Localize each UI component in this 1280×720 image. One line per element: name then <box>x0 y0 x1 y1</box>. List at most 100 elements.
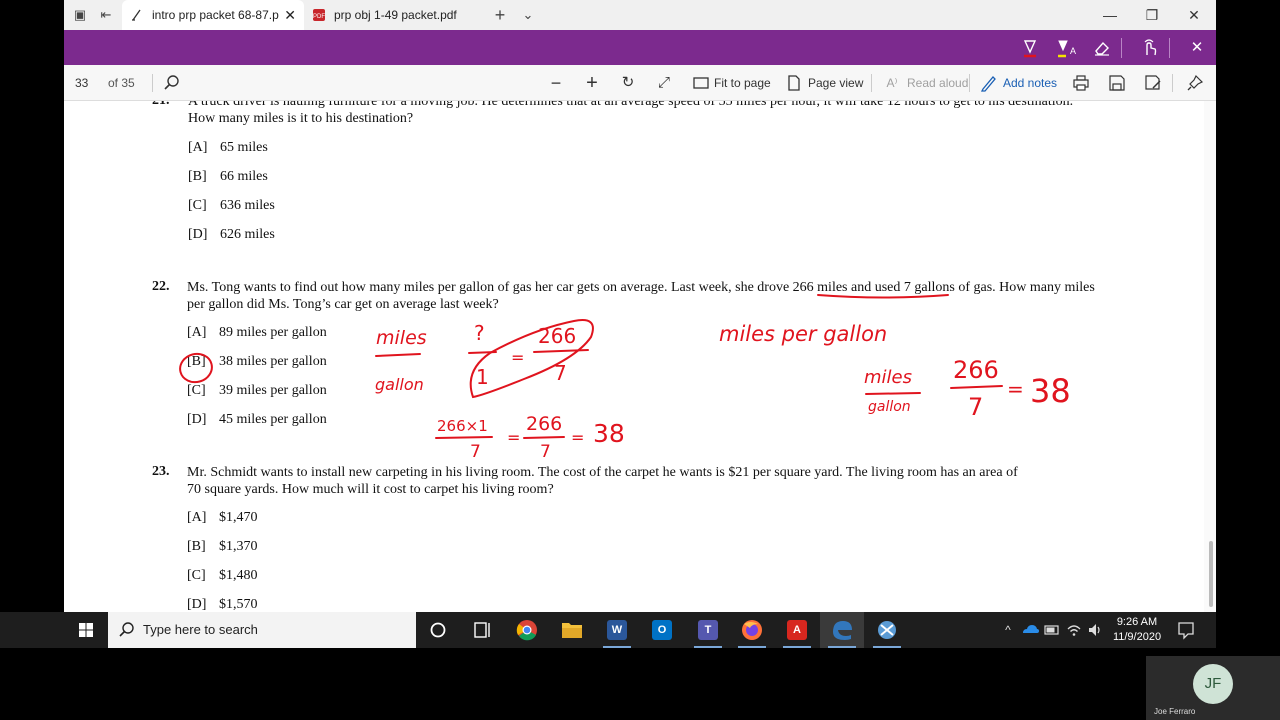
add-notes-icon[interactable] <box>980 74 998 92</box>
task-view-button[interactable] <box>460 612 504 648</box>
ink-underline <box>817 294 949 299</box>
ink-text: miles <box>864 367 912 388</box>
save-icon[interactable] <box>1108 74 1126 92</box>
tab-close-icon[interactable]: ✕ <box>284 0 296 30</box>
add-notes-button[interactable]: Add notes <box>1003 65 1057 101</box>
close-window-button[interactable]: ✕ <box>1173 0 1215 30</box>
search-icon[interactable] <box>163 74 181 92</box>
chrome-app[interactable] <box>505 612 549 648</box>
file-explorer-app[interactable] <box>550 612 594 648</box>
tabs-aside-icon[interactable]: ⇤ <box>96 5 116 25</box>
cortana-button[interactable] <box>416 612 460 648</box>
page-view-icon[interactable] <box>785 74 803 92</box>
pen-page-icon <box>132 9 141 21</box>
ink-text: 266 <box>953 356 999 384</box>
scroll-thumb[interactable] <box>1209 541 1213 607</box>
ink-separator <box>1169 38 1170 58</box>
fit-to-page-button[interactable]: Fit to page <box>714 65 771 101</box>
ink-text: 1 <box>476 365 489 389</box>
show-hidden-icons-chevron-icon[interactable]: ^ <box>1000 612 1016 648</box>
fit-to-page-icon[interactable] <box>692 74 710 92</box>
page-view-button[interactable]: Page view <box>808 65 863 101</box>
minimize-button[interactable]: — <box>1089 0 1131 30</box>
svg-text:A: A <box>1070 46 1076 56</box>
ink-text: ? <box>474 321 485 345</box>
edge-window: ▣ ⇤ intro prp packet 68-87.p ✕ PDF prp o… <box>64 0 1216 648</box>
task-view-icon <box>474 622 490 638</box>
edge-app[interactable] <box>820 612 864 648</box>
toolbar-separator <box>969 74 970 92</box>
windows-logo-icon <box>79 623 93 637</box>
pdf-toolbar: 33 of 35 − + ↻ ⤢ Fit to page Page view A… <box>64 65 1216 101</box>
avatar: JF <box>1193 664 1233 704</box>
teams-app[interactable]: T <box>686 612 730 648</box>
snip-icon <box>878 621 896 639</box>
ink-text: 7 <box>540 442 551 462</box>
ink-annotations: miles gallon ? 1 = 266 7 266×1 7 = 266 7… <box>179 294 1071 462</box>
tab-list-chevron-icon[interactable]: ⌄ <box>518 5 538 25</box>
print-icon[interactable] <box>1072 74 1090 92</box>
page-total: of 35 <box>108 76 135 90</box>
notifications-icon[interactable] <box>1172 612 1200 648</box>
firefox-icon <box>742 620 762 640</box>
battery-icon[interactable] <box>1043 612 1061 648</box>
ink-text: = <box>507 428 520 447</box>
snipping-tool-app[interactable] <box>865 612 909 648</box>
fit-width-icon[interactable]: ⤢ <box>655 74 673 92</box>
zoom-out-icon[interactable]: − <box>547 74 565 92</box>
word-icon: W <box>607 620 627 640</box>
highlight-icon[interactable]: A <box>1054 37 1076 59</box>
webcam-overlay: JF Joe Ferraro <box>1146 656 1280 720</box>
ink-fraction-bar <box>950 385 1003 389</box>
pin-toolbar-icon[interactable] <box>1186 74 1204 92</box>
ink-text: 38 <box>593 419 625 448</box>
pdf-page[interactable]: 21. A truck driver is hauling furniture … <box>64 101 1216 612</box>
ink-text: miles <box>376 327 427 349</box>
firefox-app[interactable] <box>730 612 774 648</box>
ink-text: 266×1 <box>437 417 488 435</box>
touch-writing-icon[interactable] <box>1139 37 1161 59</box>
ink-text: 266 <box>526 413 562 435</box>
word-app[interactable]: W <box>595 612 639 648</box>
clock-time: 9:26 AM <box>1116 616 1158 628</box>
tab-bar: ▣ ⇤ intro prp packet 68-87.p ✕ PDF prp o… <box>64 0 1216 30</box>
ink-text: 266 <box>538 324 576 348</box>
ink-toolbar: A ✕ <box>64 30 1216 65</box>
onedrive-icon[interactable] <box>1020 612 1040 648</box>
edge-icon <box>833 621 852 640</box>
participant-name: Joe Ferraro <box>1154 707 1196 716</box>
eraser-icon[interactable] <box>1091 37 1113 59</box>
svg-text:PDF: PDF <box>313 14 325 20</box>
taskbar-clock[interactable]: 9:26 AM 11/9/2020 <box>1108 615 1166 645</box>
close-ink-icon[interactable]: ✕ <box>1186 37 1208 59</box>
toolbar-separator <box>1172 74 1173 92</box>
clock-date: 11/9/2020 <box>1112 631 1162 643</box>
save-as-icon[interactable] <box>1144 74 1162 92</box>
ink-fraction-bar <box>865 392 921 395</box>
rotate-icon[interactable]: ↻ <box>619 74 637 92</box>
page-number-input[interactable]: 33 <box>75 65 88 101</box>
ink-fraction-bar <box>523 436 565 439</box>
read-aloud-button[interactable]: Read aloud <box>907 65 968 101</box>
start-button[interactable] <box>64 612 108 648</box>
outlook-app[interactable]: O <box>640 612 684 648</box>
taskbar-search-box[interactable]: Type here to search <box>108 612 416 648</box>
tab-prp-obj-packet[interactable]: PDF prp obj 1-49 packet.pdf <box>304 0 486 30</box>
wifi-icon[interactable] <box>1064 612 1084 648</box>
ink-fraction-bar <box>435 436 493 439</box>
zoom-in-icon[interactable]: + <box>583 73 601 93</box>
cortana-icon <box>430 622 446 638</box>
vertical-scrollbar[interactable] <box>1204 101 1216 612</box>
tab-intro-prp-packet[interactable]: intro prp packet 68-87.p ✕ <box>122 0 304 30</box>
new-tab-button[interactable]: + <box>490 5 510 25</box>
chrome-icon <box>516 620 537 641</box>
ink-text: miles per gallon <box>719 322 887 346</box>
volume-icon[interactable] <box>1086 612 1104 648</box>
acrobat-app[interactable]: A <box>775 612 819 648</box>
restore-button[interactable]: ❐ <box>1131 0 1173 30</box>
ink-text: gallon <box>868 399 911 415</box>
toolbar-separator <box>152 74 153 92</box>
ink-text: 7 <box>968 393 983 421</box>
tab-actions-icon[interactable]: ▣ <box>70 5 90 25</box>
draw-icon[interactable] <box>1019 37 1041 59</box>
